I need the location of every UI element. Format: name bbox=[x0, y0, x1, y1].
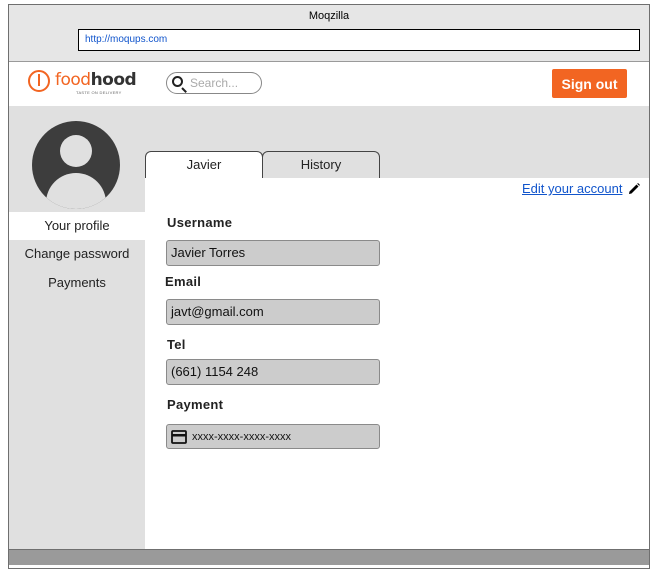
username-label: Username bbox=[167, 215, 233, 230]
browser-titlebar: Moqzilla http://moqups.com bbox=[9, 5, 649, 62]
email-field[interactable]: javt@gmail.com bbox=[166, 299, 380, 325]
profile-panel: Edit your account Username Javier Torres… bbox=[145, 178, 649, 549]
tel-field[interactable]: (661) 1154 248 bbox=[166, 359, 380, 385]
username-field[interactable]: Javier Torres bbox=[166, 240, 380, 266]
pencil-icon[interactable] bbox=[627, 182, 641, 196]
sidebar-item-your-profile[interactable]: Your profile bbox=[9, 212, 145, 240]
logo-tagline: TASTE ON DELIVERY bbox=[76, 90, 122, 95]
search-input[interactable]: Search... bbox=[166, 72, 262, 94]
sidebar-item-payments[interactable]: Payments bbox=[9, 269, 145, 297]
tel-label: Tel bbox=[167, 337, 186, 352]
window-title: Moqzilla bbox=[308, 10, 350, 22]
site-header: foodhood TASTE ON DELIVERY Search... Sig… bbox=[9, 62, 649, 106]
email-label: Email bbox=[165, 274, 202, 289]
payment-card-number: xxxx-xxxx-xxxx-xxxx bbox=[192, 431, 291, 443]
sidebar-item-change-password[interactable]: Change password bbox=[9, 240, 145, 268]
search-placeholder: Search... bbox=[190, 76, 239, 90]
credit-card-icon bbox=[171, 430, 187, 444]
tab-javier[interactable]: Javier bbox=[145, 151, 263, 179]
logo-wordmark: foodhood bbox=[55, 70, 137, 90]
address-bar[interactable]: http://moqups.com bbox=[78, 29, 640, 51]
avatar[interactable] bbox=[32, 121, 120, 209]
payment-label: Payment bbox=[167, 397, 224, 412]
edit-account-link[interactable]: Edit your account bbox=[522, 181, 622, 196]
logo-fork-icon bbox=[28, 70, 50, 92]
payment-field[interactable]: xxxx-xxxx-xxxx-xxxx bbox=[166, 424, 380, 449]
sidebar: Your profile Change password Payments bbox=[9, 178, 145, 549]
foodhood-logo[interactable]: foodhood TASTE ON DELIVERY bbox=[28, 68, 138, 98]
browser-window: Moqzilla http://moqups.com foodhood TAST… bbox=[8, 4, 650, 569]
sign-out-button[interactable]: Sign out bbox=[552, 69, 627, 98]
tab-history[interactable]: History bbox=[262, 151, 380, 178]
search-icon bbox=[172, 76, 183, 87]
window-statusbar bbox=[9, 549, 649, 565]
